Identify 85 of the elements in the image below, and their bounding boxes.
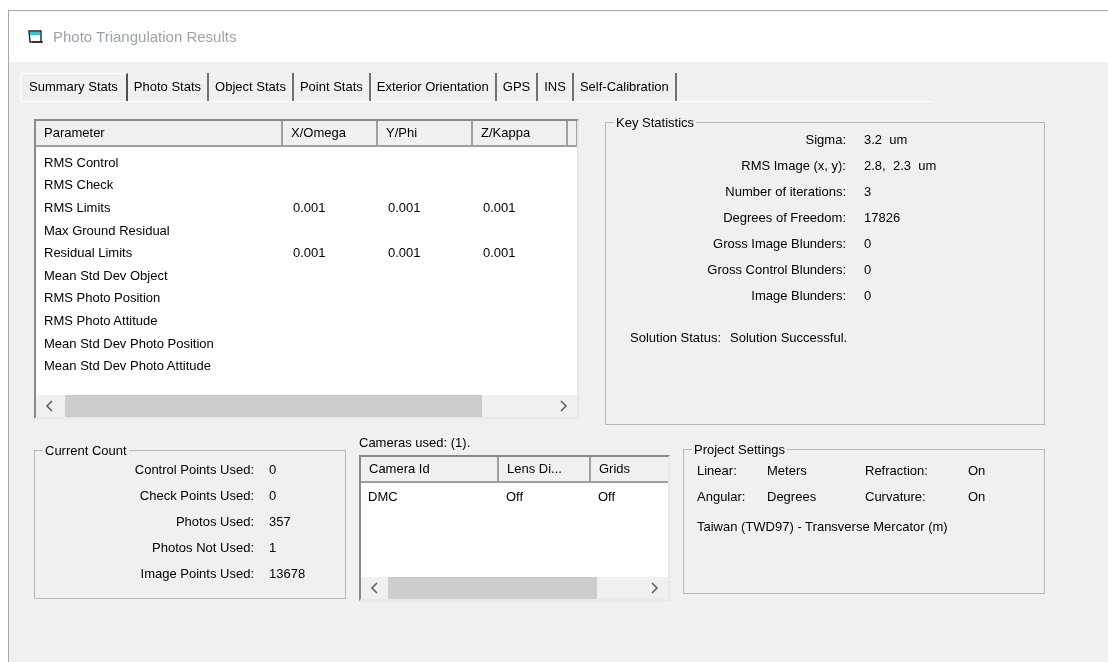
- table-cell-text: Mean Std Dev Photo Position: [43, 335, 215, 351]
- table-cell-text: DMC: [367, 488, 399, 504]
- stat-value: 3.2 um: [864, 131, 909, 149]
- cameras-caption: Cameras used: (1).: [359, 435, 472, 452]
- parameter-list[interactable]: [34, 119, 579, 419]
- setting-value: On: [968, 462, 987, 480]
- scroll-right-icon[interactable]: [650, 582, 659, 594]
- stat-label: Gross Image Blunders:: [712, 235, 846, 253]
- tab[interactable]: Exterior Orientation: [370, 73, 497, 101]
- group-title: Key Statistics: [615, 115, 696, 130]
- count-value: 13678: [269, 565, 307, 583]
- count-value: 1: [269, 539, 278, 557]
- group-title: Current Count: [44, 443, 128, 458]
- count-label: Control Points Used:: [133, 461, 254, 479]
- scroll-right-icon[interactable]: [559, 400, 568, 412]
- table-cell-text: Residual Limits: [43, 245, 134, 261]
- table-cell-text: RMS Control: [43, 154, 120, 170]
- stat-value: 3: [864, 183, 873, 201]
- stat-value: 0: [864, 235, 873, 253]
- stat-label: RMS Image (x, y):: [740, 157, 846, 175]
- count-label: Photos Not Used:: [151, 539, 254, 557]
- count-label: Photos Used:: [174, 513, 254, 531]
- scroll-left-icon[interactable]: [370, 582, 379, 594]
- stat-label: Sigma:: [804, 131, 846, 149]
- stat-label: Number of iterations:: [724, 183, 846, 201]
- count-label: Image Points Used:: [139, 565, 254, 583]
- table-cell-text: RMS Limits: [43, 200, 112, 215]
- tab[interactable]: INS: [538, 73, 574, 101]
- table-cell-text: RMS Photo Position: [43, 290, 162, 306]
- table-cell-text: Mean Std Dev Photo Attitude: [43, 358, 212, 374]
- tab[interactable]: Point Stats: [293, 73, 371, 101]
- group-title: Project Settings: [693, 442, 787, 457]
- count-value: 0: [269, 487, 278, 505]
- column-header[interactable]: Y/Phi: [378, 121, 473, 145]
- column-header[interactable]: Z/Kappa: [473, 121, 568, 145]
- stat-label: Gross Control Blunders:: [706, 261, 846, 279]
- column-header[interactable]: X/Omega: [283, 121, 378, 145]
- column-header[interactable]: Grids: [591, 457, 668, 481]
- stat-value: 0: [864, 287, 873, 305]
- setting-value: On: [968, 488, 987, 506]
- scrollbar-thumb[interactable]: [65, 395, 482, 417]
- projection-text: Taiwan (TWD97) - Transverse Mercator (m): [697, 519, 949, 534]
- setting-label: Curvature:: [865, 488, 927, 506]
- stat-value: 17826: [864, 209, 902, 227]
- scroll-left-icon[interactable]: [45, 400, 54, 412]
- setting-label: Linear:: [697, 462, 738, 480]
- table-cell-text: RMS Photo Attitude: [43, 312, 159, 328]
- table-cell-text: Off: [597, 488, 617, 504]
- status-label: Solution Status:: [630, 330, 722, 345]
- table-cell-text: 0.001: [387, 245, 422, 261]
- count-label: Check Points Used:: [138, 487, 254, 505]
- stat-label: Degrees of Freedom:: [722, 209, 846, 227]
- camera-list[interactable]: Camera Id Lens Di... Grids DMC Off Off: [359, 455, 670, 601]
- column-header[interactable]: Lens Di...: [499, 457, 591, 481]
- window-icon: [27, 28, 45, 45]
- table-cell-text: 0.001: [292, 245, 327, 261]
- table-cell-text: Mean Std Dev Object: [43, 267, 169, 283]
- table-cell-text: Max Ground Residual: [43, 222, 171, 238]
- horizontal-scrollbar[interactable]: [361, 577, 668, 599]
- count-value: 0: [269, 461, 278, 479]
- setting-value: Degrees: [767, 488, 818, 506]
- setting-value: Meters: [767, 462, 808, 480]
- window-title: Photo Triangulation Results: [53, 28, 237, 45]
- table-cell-text: Off: [505, 488, 525, 504]
- tab[interactable]: Summary Stats: [20, 73, 128, 101]
- stat-label: Image Blunders:: [750, 287, 846, 305]
- stat-value: 2.8, 2.3 um: [864, 157, 938, 175]
- stat-value: 0: [864, 261, 873, 279]
- tab[interactable]: Object Stats: [209, 73, 294, 101]
- setting-label: Refraction:: [865, 462, 929, 480]
- column-header[interactable]: Parameter: [36, 121, 283, 145]
- table-cell-text: 0.001: [482, 245, 517, 261]
- status-value: Solution Successful.: [730, 330, 848, 345]
- tab[interactable]: Self-Calibration: [573, 73, 677, 101]
- tab[interactable]: Photo Stats: [127, 73, 210, 101]
- horizontal-scrollbar[interactable]: [36, 395, 577, 417]
- table-cell-text: 0.001: [482, 200, 517, 215]
- table-cell-text: 0.001: [387, 200, 422, 215]
- scrollbar-thumb[interactable]: [388, 577, 597, 599]
- count-value: 357: [269, 513, 292, 531]
- table-cell-text: RMS Check: [43, 177, 115, 193]
- tab[interactable]: GPS: [496, 73, 539, 101]
- table-cell-text: 0.001: [292, 200, 327, 215]
- setting-label: Angular:: [697, 488, 747, 506]
- column-header[interactable]: Camera Id: [361, 457, 499, 481]
